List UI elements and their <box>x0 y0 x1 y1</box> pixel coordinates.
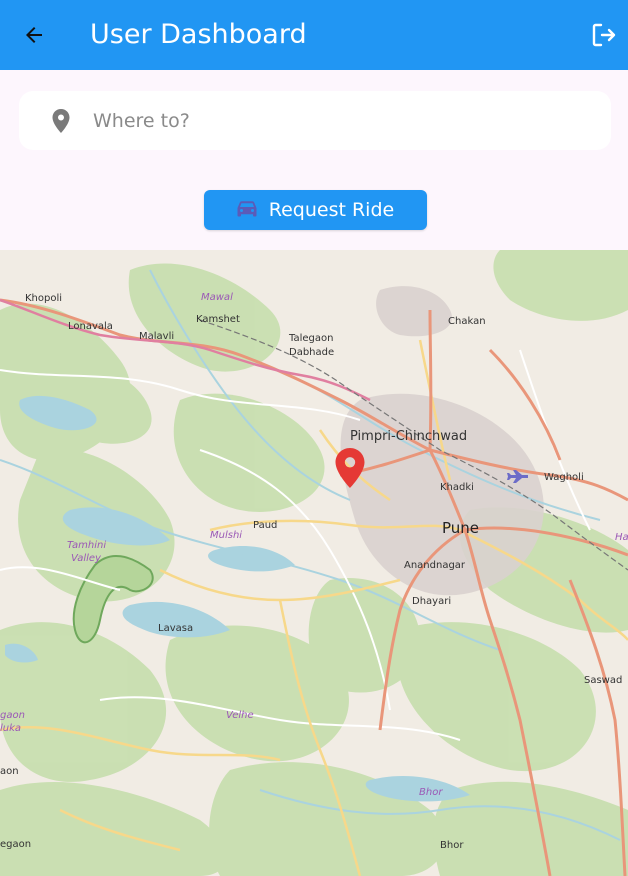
logout-icon[interactable] <box>588 19 620 51</box>
map-label-valley: Valley <box>71 553 101 564</box>
map-label-khadki: Khadki <box>440 482 474 493</box>
page-title: User Dashboard <box>90 19 307 50</box>
arrow-back-icon[interactable] <box>18 19 50 51</box>
where-to-input[interactable] <box>93 101 593 141</box>
map-label-talegaon: Talegaon <box>289 333 334 344</box>
map-label-ha: Ha <box>615 532 628 543</box>
map-label-luka: luka <box>0 723 22 734</box>
map-label-bhor: Bhor <box>440 840 464 851</box>
map-label-mawal: Mawal <box>201 292 233 303</box>
map-label-khopoli: Khopoli <box>25 293 63 304</box>
car-icon <box>237 200 257 220</box>
map-label-egaon: egaon <box>0 839 32 850</box>
map-view[interactable]: Khopoli Mawal Lonavala Malavli Kamshet T… <box>0 250 628 876</box>
destination-search <box>19 91 611 150</box>
map-label-wagholi: Wagholi <box>544 472 584 483</box>
map-label-dhayari: Dhayari <box>412 596 452 607</box>
map-label-mulshi: Mulshi <box>210 530 243 541</box>
map-label-lavasa: Lavasa <box>158 623 194 634</box>
map-label-velhe: Velhe <box>226 710 254 721</box>
map-label-lonavala: Lonavala <box>68 321 113 332</box>
map-label-malavli: Malavli <box>139 331 175 342</box>
map-label-saswad: Saswad <box>584 675 623 686</box>
app-bar: User Dashboard <box>0 0 628 70</box>
map-label-pune: Pune <box>442 519 480 537</box>
map-label-paud: Paud <box>253 520 278 531</box>
request-ride-label: Request Ride <box>268 199 395 221</box>
map-label-bhor-taluka: Bhor <box>419 787 443 798</box>
map-label-aon: aon <box>0 766 19 777</box>
request-ride-button[interactable]: Request Ride <box>204 190 427 230</box>
map-label-kamshet: Kamshet <box>196 314 240 325</box>
map-label-dabhade: Dabhade <box>289 347 335 358</box>
location-pin-icon <box>51 108 71 138</box>
map-label-tamhini: Tamhini <box>67 540 107 551</box>
map-label-pimpri-chinchwad: Pimpri-Chinchwad <box>350 429 468 444</box>
map-label-anandnagar: Anandnagar <box>404 560 466 571</box>
map-label-gaon: gaon <box>0 710 25 721</box>
map-label-chakan: Chakan <box>448 316 486 327</box>
